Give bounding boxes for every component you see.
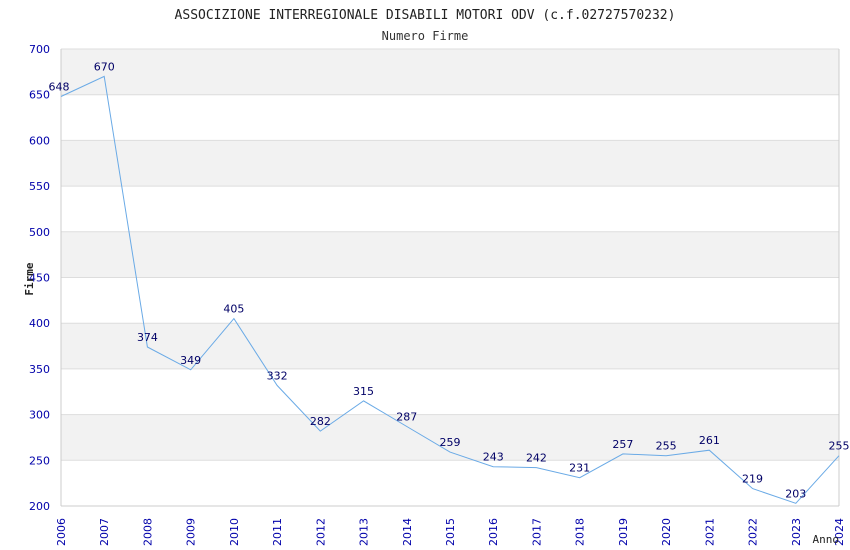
- background-band: [61, 323, 839, 369]
- data-label: 219: [742, 473, 763, 486]
- background-band: [61, 277, 839, 324]
- x-tick-label: 2013: [358, 518, 371, 546]
- data-label: 648: [49, 81, 70, 94]
- x-tick-label: 2012: [314, 518, 327, 546]
- x-tick-label: 2008: [141, 518, 154, 546]
- x-tick-label: 2020: [660, 518, 673, 546]
- x-tick-label: 2009: [185, 518, 198, 546]
- x-tick-label: 2021: [703, 518, 716, 546]
- data-label: 282: [310, 415, 331, 428]
- background-band: [61, 186, 839, 232]
- chart-title: ASSOCIZIONE INTERREGIONALE DISABILI MOTO…: [175, 8, 676, 23]
- background-band: [61, 460, 839, 506]
- chart: ASSOCIZIONE INTERREGIONALE DISABILI MOTO…: [23, 8, 850, 546]
- x-tick-label: 2017: [530, 518, 543, 546]
- background-band: [61, 49, 839, 95]
- y-tick-label: 300: [29, 409, 50, 422]
- data-label: 203: [785, 487, 806, 500]
- data-label: 332: [267, 369, 288, 382]
- y-tick-label: 250: [29, 454, 50, 467]
- y-tick-label: 350: [29, 363, 50, 376]
- data-label: 315: [353, 385, 374, 398]
- data-label: 374: [137, 331, 158, 344]
- background-band: [61, 231, 839, 278]
- x-tick-label: 2016: [487, 518, 500, 546]
- background-band: [61, 368, 839, 415]
- data-label: 670: [94, 60, 115, 73]
- x-tick-label: 2015: [444, 518, 457, 546]
- data-label: 243: [483, 451, 504, 464]
- y-axis-title: Firme: [23, 262, 36, 295]
- data-label: 261: [699, 434, 720, 447]
- data-label: 405: [223, 303, 244, 316]
- y-tick-label: 700: [29, 43, 50, 56]
- x-tick-labels: 2006 2007 2008 2009 2010 2011 2012 2013 2014 2015…: [55, 518, 846, 546]
- y-tick-label: 550: [29, 180, 50, 193]
- y-tick-label: 600: [29, 134, 50, 147]
- data-label: 255: [656, 440, 677, 453]
- data-label: 349: [180, 354, 201, 367]
- x-tick-label: 2011: [271, 518, 284, 546]
- data-label: 259: [440, 436, 461, 449]
- background-band: [61, 94, 839, 141]
- data-label: 257: [612, 438, 633, 451]
- x-tick-label: 2022: [747, 518, 760, 546]
- x-tick-label: 2023: [790, 518, 803, 546]
- x-tick-label: 2006: [55, 518, 68, 546]
- y-tick-label: 650: [29, 89, 50, 102]
- y-tick-label: 200: [29, 500, 50, 513]
- x-tick-label: 2014: [401, 518, 414, 546]
- data-label: 231: [569, 462, 590, 475]
- x-tick-label: 2019: [617, 518, 630, 546]
- chart-subtitle: Numero Firme: [382, 29, 469, 43]
- y-tick-label: 500: [29, 226, 50, 239]
- x-tick-label: 2007: [98, 518, 111, 546]
- data-label: 255: [829, 440, 850, 453]
- data-label: 242: [526, 452, 547, 465]
- x-tick-label: 2010: [228, 518, 241, 546]
- x-tick-label: 2018: [574, 518, 587, 546]
- y-tick-label: 400: [29, 317, 50, 330]
- background-band: [61, 140, 839, 187]
- x-axis-title: Anno: [813, 533, 840, 546]
- data-label: 287: [396, 410, 417, 423]
